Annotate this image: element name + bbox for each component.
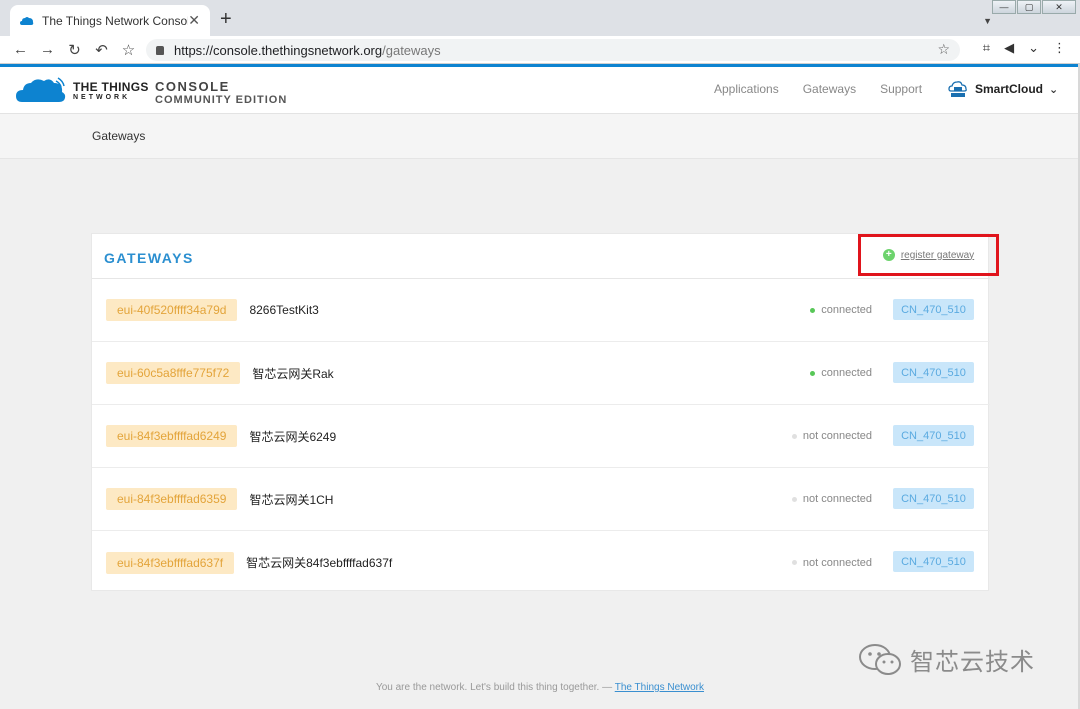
tab-title: The Things Network Console bbox=[42, 13, 189, 28]
status-label: connected bbox=[821, 304, 872, 316]
new-tab-button[interactable]: + bbox=[220, 8, 232, 30]
browser-tab[interactable]: The Things Network Console ✕ bbox=[10, 5, 210, 36]
app-header: THE THINGS NETWORK CONSOLE COMMUNITY EDI… bbox=[0, 64, 1080, 114]
console-line1: CONSOLE bbox=[155, 79, 230, 94]
ttn-favicon-icon bbox=[20, 16, 34, 25]
gateway-name: 智芯云网关Rak bbox=[252, 366, 334, 381]
status-dot-icon bbox=[810, 307, 816, 313]
gateway-eui-tag: eui-84f3ebffffad6359 bbox=[106, 488, 238, 510]
bookmark-star-icon[interactable]: ☆ bbox=[115, 41, 142, 59]
extension-icons: ⌗ ◀ ⌄ ⋮ bbox=[983, 40, 1066, 56]
browser-toolbar: ← → ↻ ↶ ☆ https://console.thethingsnetwo… bbox=[0, 36, 1080, 64]
gateway-status: not connected bbox=[791, 468, 872, 530]
gateway-row[interactable]: eui-84f3ebffffad6249 智芯云网关6249 not conne… bbox=[92, 405, 990, 468]
plus-icon: + bbox=[882, 249, 895, 261]
tab-menu-icon[interactable]: ▼ bbox=[983, 16, 992, 26]
forward-icon[interactable]: → bbox=[34, 41, 61, 58]
footer-text: You are the network. Let's build this th… bbox=[375, 682, 613, 693]
footer-link[interactable]: The Things Network bbox=[615, 682, 704, 693]
minimize-button[interactable]: — bbox=[992, 0, 1016, 14]
nav-gateways[interactable]: Gateways bbox=[803, 82, 856, 96]
breadcrumb-current: Gateways bbox=[92, 129, 146, 143]
gateway-name: 8266TestKit3 bbox=[249, 303, 319, 317]
frequency-plan-badge: CN_470_510 bbox=[893, 299, 974, 320]
back-icon[interactable]: ← bbox=[7, 41, 34, 58]
gateway-eui-tag: eui-60c5a8fffe775f72 bbox=[106, 362, 241, 384]
status-label: not connected bbox=[802, 493, 872, 505]
gateway-status: not connected bbox=[791, 405, 872, 467]
nav-applications[interactable]: Applications bbox=[714, 82, 779, 96]
register-gateway-button[interactable]: + register gateway bbox=[858, 234, 999, 276]
gateway-status: connected bbox=[810, 342, 872, 404]
register-gateway-label: register gateway bbox=[900, 249, 975, 261]
more-menu-icon[interactable]: ⋮ bbox=[1053, 40, 1066, 56]
star-icon[interactable]: ☆ bbox=[937, 41, 950, 58]
lock-icon bbox=[156, 45, 164, 55]
status-dot-icon bbox=[810, 370, 816, 376]
gateway-eui-tag: eui-40f520ffff34a79d bbox=[106, 299, 238, 321]
ttn-cloud-logo-icon[interactable] bbox=[16, 77, 66, 103]
crop-icon[interactable]: ⌗ bbox=[983, 40, 990, 56]
frequency-plan-badge: CN_470_510 bbox=[893, 488, 974, 509]
undo-icon[interactable]: ↶ bbox=[88, 41, 115, 59]
gateway-row[interactable]: eui-40f520ffff34a79d 8266TestKit3 connec… bbox=[92, 279, 990, 342]
chevron-down-icon: ⌄ bbox=[1049, 83, 1059, 96]
gateway-status: not connected bbox=[791, 531, 872, 594]
user-name: SmartCloud bbox=[975, 82, 1044, 96]
gateways-card: GATEWAYS + register gateway eui-40f520ff… bbox=[91, 233, 999, 594]
status-dot-icon bbox=[791, 496, 797, 502]
frequency-plan-badge: CN_470_510 bbox=[893, 362, 974, 383]
maximize-button[interactable]: ▢ bbox=[1017, 0, 1041, 14]
tab-close-icon[interactable]: ✕ bbox=[188, 12, 200, 29]
status-dot-icon bbox=[791, 560, 797, 565]
gateway-status: connected bbox=[810, 279, 872, 341]
console-title: CONSOLE COMMUNITY EDITION bbox=[155, 80, 287, 107]
watermark-text: 智芯云技术 bbox=[910, 649, 1035, 676]
status-dot-icon bbox=[791, 433, 797, 439]
status-label: not connected bbox=[802, 556, 872, 569]
gateway-name: 智芯云网关84f3ebffffad637f bbox=[246, 556, 393, 570]
brand-wordmark[interactable]: THE THINGS NETWORK bbox=[73, 81, 149, 102]
browser-tab-bar: The Things Network Console ✕ + ▼ — ▢ ✕ bbox=[0, 0, 1080, 36]
gateway-name: 智芯云网关1CH bbox=[249, 492, 334, 507]
user-avatar-icon bbox=[948, 81, 967, 97]
gateway-row[interactable]: eui-60c5a8fffe775f72 智芯云网关Rak connected … bbox=[92, 342, 990, 405]
url-base: https://console.thethingsnetwork.org bbox=[174, 42, 383, 58]
breadcrumb: Gateways bbox=[0, 114, 1080, 159]
nav-support[interactable]: Support bbox=[880, 82, 922, 96]
gateway-eui-tag: eui-84f3ebffffad6249 bbox=[106, 425, 238, 447]
watermark: 智芯云技术 bbox=[858, 642, 1035, 677]
speaker-icon[interactable]: ◀ bbox=[1004, 40, 1014, 56]
gateway-eui-tag: eui-84f3ebffffad637f bbox=[106, 551, 235, 574]
url-path: /gateways bbox=[382, 42, 441, 58]
reload-icon[interactable]: ↻ bbox=[61, 41, 88, 59]
top-nav: Applications Gateways Support bbox=[714, 82, 922, 96]
extension-chevron-icon[interactable]: ⌄ bbox=[1028, 40, 1039, 56]
gateway-row[interactable]: eui-84f3ebffffad6359 智芯云网关1CH not connec… bbox=[92, 468, 990, 531]
card-header: GATEWAYS + register gateway bbox=[92, 234, 999, 279]
brand-line1: THE THINGS bbox=[73, 80, 149, 94]
frequency-plan-badge: CN_470_510 bbox=[893, 425, 974, 446]
card-title: GATEWAYS bbox=[104, 250, 194, 266]
gateway-name: 智芯云网关6249 bbox=[249, 429, 337, 444]
close-window-button[interactable]: ✕ bbox=[1042, 0, 1076, 14]
address-bar[interactable]: https://console.thethingsnetwork.org/gat… bbox=[146, 39, 960, 61]
status-label: not connected bbox=[802, 430, 872, 442]
frequency-plan-badge: CN_470_510 bbox=[893, 551, 974, 572]
status-label: connected bbox=[821, 367, 872, 379]
footer: You are the network. Let's build this th… bbox=[0, 682, 1080, 693]
gateway-row[interactable]: eui-84f3ebffffad637f 智芯云网关84f3ebffffad63… bbox=[92, 531, 990, 594]
brand-line2: NETWORK bbox=[73, 94, 131, 101]
window-controls: — ▢ ✕ bbox=[991, 0, 1076, 14]
console-line2: COMMUNITY EDITION bbox=[155, 94, 288, 106]
user-menu[interactable]: SmartCloud ⌄ bbox=[948, 79, 1058, 99]
wechat-icon bbox=[859, 643, 901, 675]
